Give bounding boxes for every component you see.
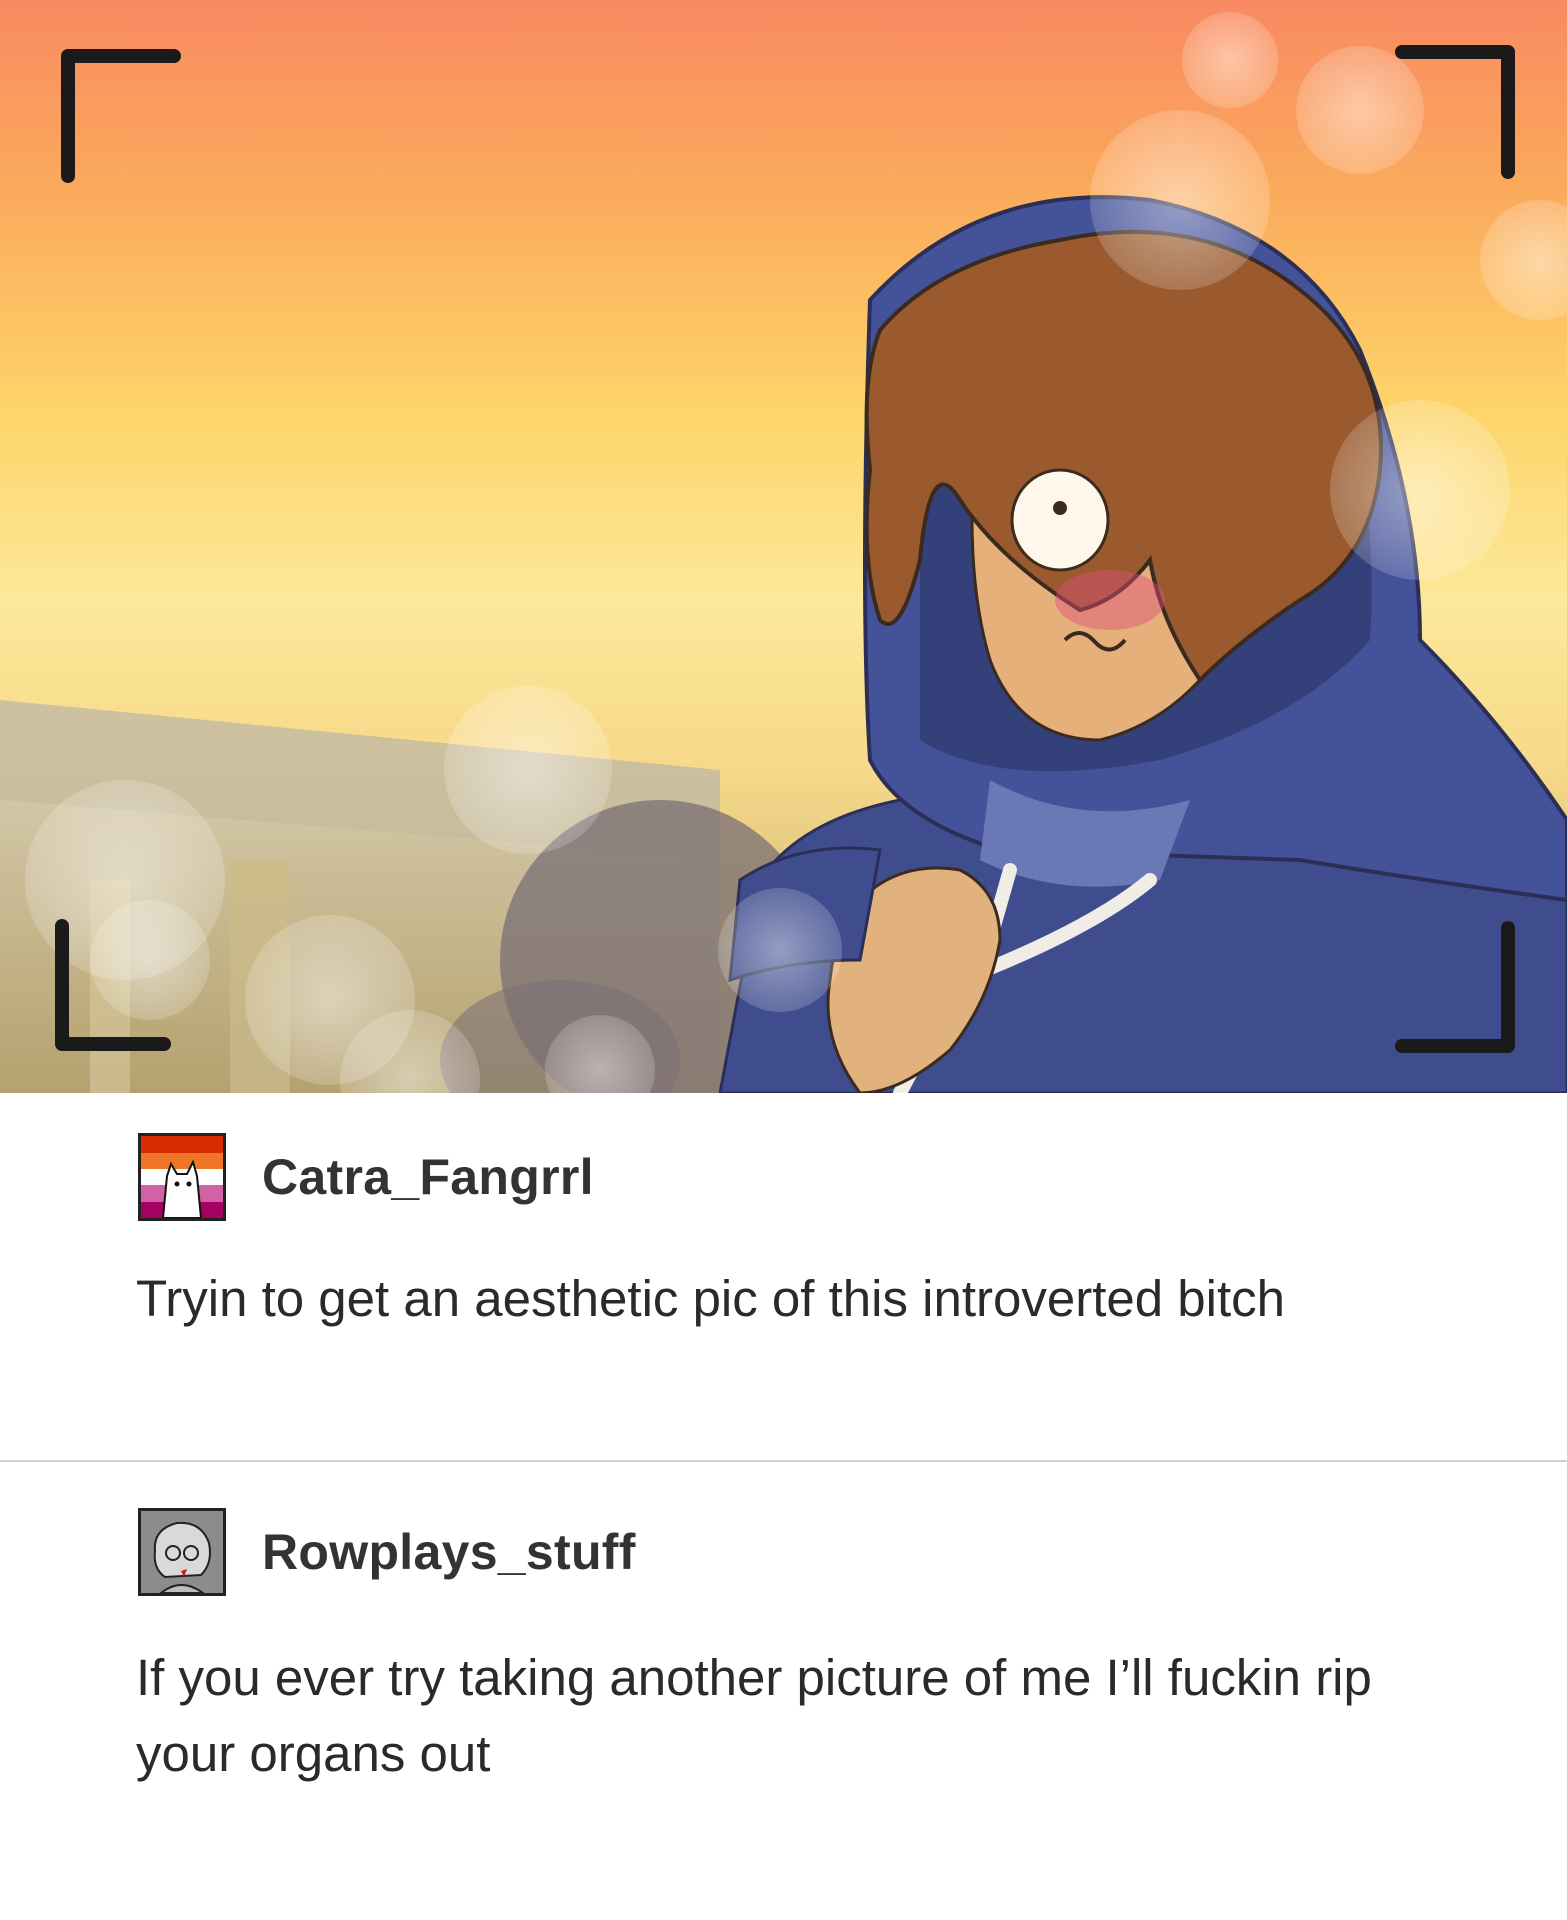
post-catra-fangrrl: Catra_Fangrrl Tryin to get an aesthetic … (0, 1093, 1567, 1461)
grey-sketch-character-avatar-icon[interactable] (138, 1508, 226, 1596)
post-header: Catra_Fangrrl (138, 1133, 594, 1221)
comic-illustration (0, 0, 1567, 1093)
viewfinder-top-left-corner (61, 49, 181, 183)
post-body-text: If you ever try taking another picture o… (136, 1649, 1372, 1782)
username[interactable]: Catra_Fangrrl (262, 1148, 594, 1206)
username[interactable]: Rowplays_stuff (262, 1523, 636, 1581)
post-body-text: Tryin to get an aesthetic pic of this in… (136, 1270, 1286, 1327)
lesbian-flag-cat-avatar-icon[interactable] (138, 1133, 226, 1221)
hooded-character (718, 195, 1567, 1093)
post-rowplays-stuff: Rowplays_stuff If you ever try taking an… (0, 1462, 1567, 1920)
post-header: Rowplays_stuff (138, 1508, 636, 1596)
